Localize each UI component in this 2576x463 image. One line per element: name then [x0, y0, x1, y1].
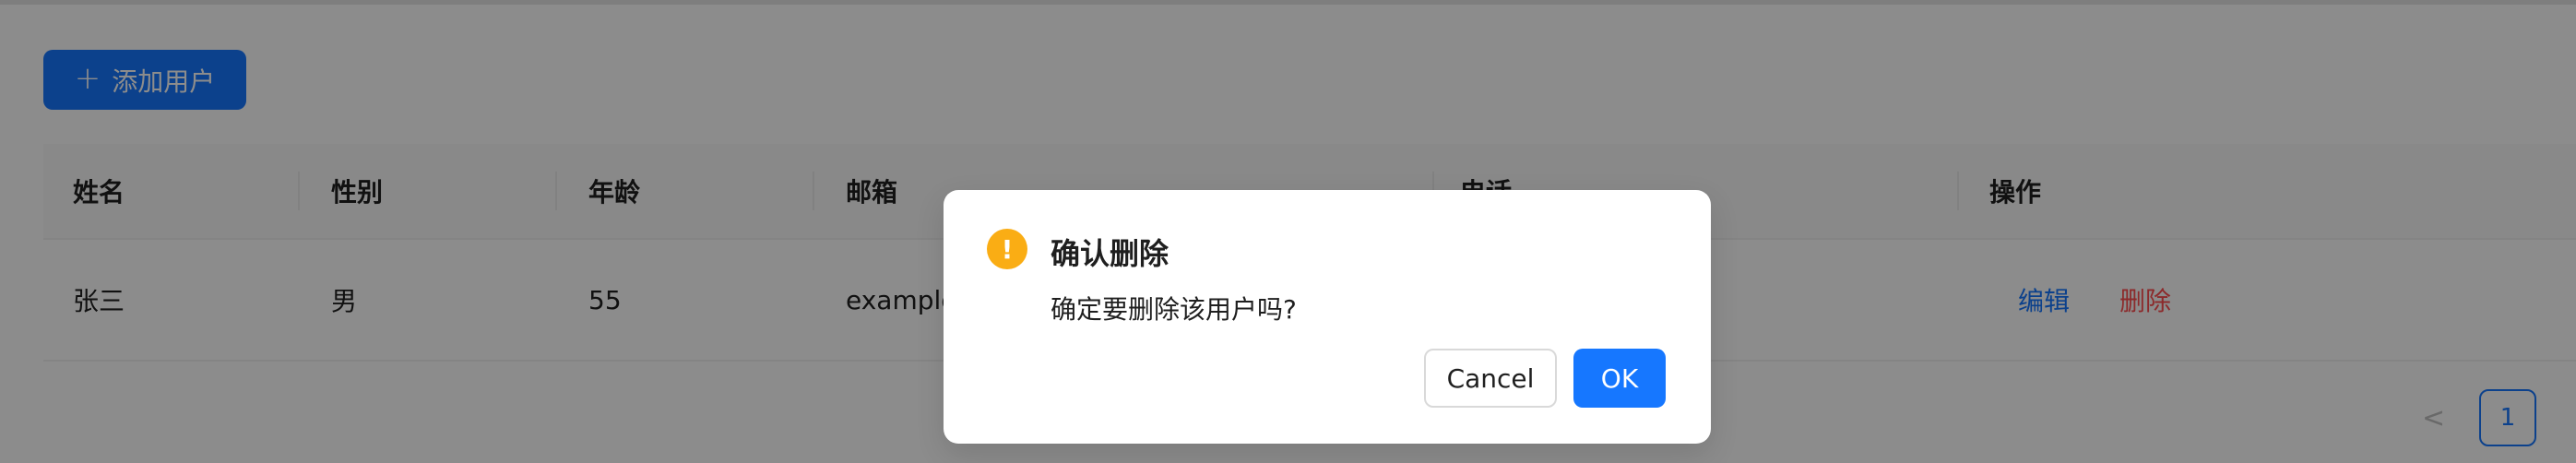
cancel-button[interactable]: Cancel	[1424, 349, 1557, 408]
dialog-message: 确定要删除该用户吗?	[1051, 294, 1297, 325]
dialog-title: 确认删除	[1051, 236, 1169, 271]
confirm-delete-dialog: ! 确认删除 确定要删除该用户吗? Cancel OK	[944, 190, 1711, 444]
ok-button[interactable]: OK	[1573, 349, 1666, 408]
exclamation-circle-icon: !	[987, 229, 1027, 269]
